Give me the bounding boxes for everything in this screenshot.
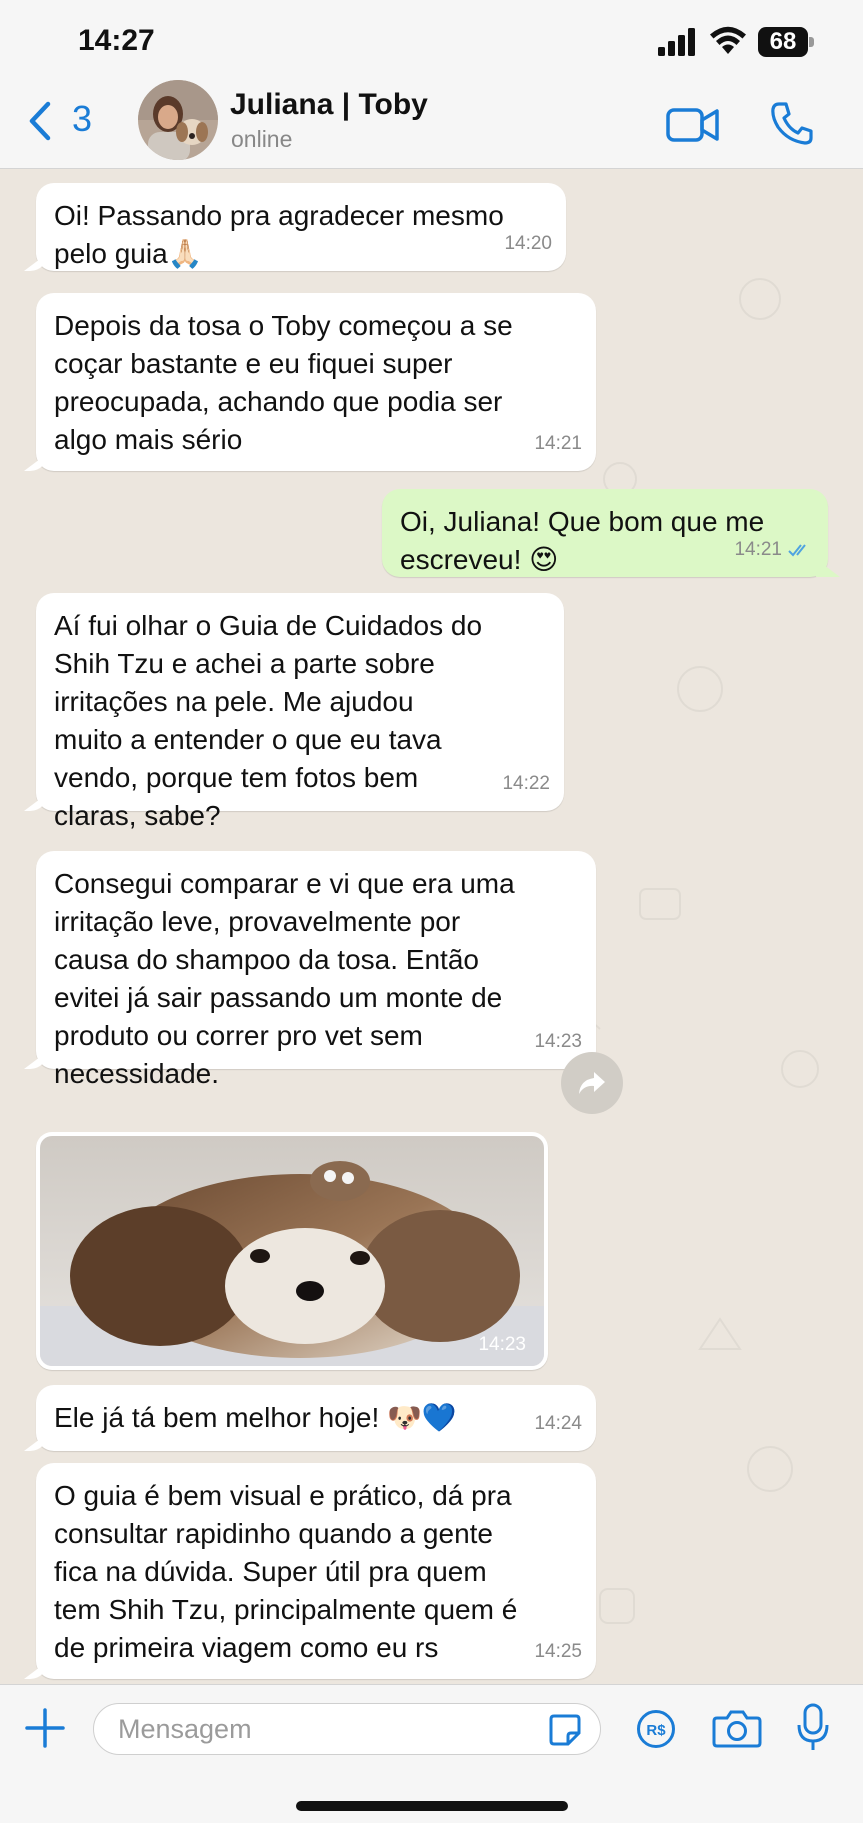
cellular-signal-icon [658,28,695,56]
battery-level: 68 [758,27,808,57]
message-bubble[interactable]: Aí fui olhar o Guia de Cuidados do Shih … [36,593,564,831]
message-time: 14:23 [534,1031,582,1052]
message-text: Oi! Passando pra agradecer mesmo pelo gu… [54,200,504,269]
message-input-bar: R$ [0,1684,863,1823]
message-time: 14:20 [504,233,552,254]
forward-icon [579,1072,605,1094]
video-call-icon[interactable] [665,104,721,146]
contact-status: online [231,126,293,152]
phone-call-icon[interactable] [770,100,814,146]
message-time: 14:21 [734,539,782,560]
unread-count[interactable]: 3 [72,98,92,140]
sticker-icon[interactable] [548,1713,582,1747]
message-bubble[interactable]: Oi! Passando pra agradecer mesmo pelo gu… [36,183,566,271]
plus-icon[interactable] [24,1707,66,1749]
message-time: 14:25 [534,1641,582,1662]
status-bar: 14:27 68 [0,0,863,80]
message-time: 14:24 [534,1413,582,1434]
message-time: 14:22 [502,773,550,794]
message-text: O guia é bem visual e prático, dá pra co… [54,1480,518,1663]
message-bubble-outgoing[interactable]: Oi, Juliana! Que bom que me escreveu! 😍 … [382,489,828,577]
message-text: Aí fui olhar o Guia de Cuidados do Shih … [54,610,483,831]
status-time: 14:27 [78,24,155,57]
message-input[interactable] [93,1703,601,1755]
contact-name[interactable]: Juliana | Toby [230,88,428,122]
pay-icon[interactable]: R$ [636,1709,676,1749]
chat-area[interactable]: Oi! Passando pra agradecer mesmo pelo gu… [0,169,863,1684]
chat-header: 3 Juliana | Toby online [0,80,863,169]
battery-indicator: 68 [758,27,814,57]
battery-cap [809,37,814,47]
message-text: Ele já tá bem melhor hoje! 🐶💙 [54,1402,457,1433]
back-chevron-icon[interactable] [26,100,52,142]
message-bubble[interactable]: O guia é bem visual e prático, dá pra co… [36,1463,596,1679]
svg-text:R$: R$ [646,1722,666,1739]
message-text: Depois da tosa o Toby começou a se coçar… [54,310,513,455]
microphone-icon[interactable] [796,1703,830,1753]
message-time: 14:21 [534,433,582,454]
wifi-icon [710,26,746,54]
image-time: 14:23 [478,1334,526,1355]
camera-icon[interactable] [712,1709,762,1749]
message-text: Consegui comparar e vi que era uma irrit… [54,868,515,1089]
image-message[interactable]: 14:23 [36,1132,548,1370]
forward-button[interactable] [561,1052,623,1114]
message-bubble[interactable]: Consegui comparar e vi que era uma irrit… [36,851,596,1089]
shih-tzu-photo-image [40,1136,544,1366]
read-receipt-icon [788,544,806,557]
dog-photo[interactable]: 14:23 [40,1136,544,1366]
avatar[interactable] [138,80,218,160]
message-bubble[interactable]: Depois da tosa o Toby começou a se coçar… [36,293,596,471]
message-bubble[interactable]: Ele já tá bem melhor hoje! 🐶💙 14:24 [36,1385,596,1451]
home-indicator [296,1801,568,1811]
